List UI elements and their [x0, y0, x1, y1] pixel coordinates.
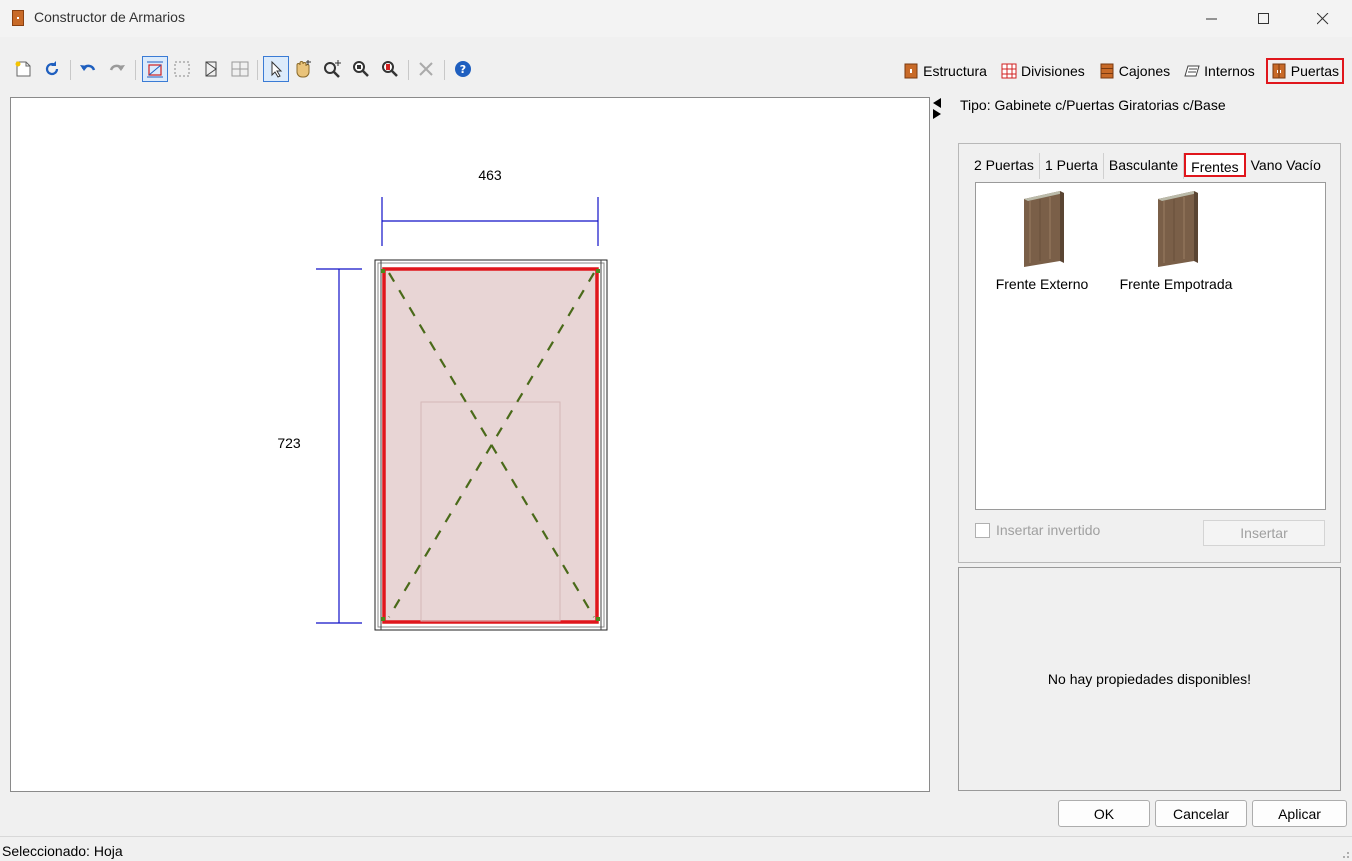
item-frente-empotrada[interactable]: Frente Empotrada [1116, 189, 1236, 292]
corner-handle[interactable] [596, 269, 600, 273]
cabinet-drawing[interactable]: 463 723 [11, 98, 929, 791]
door-icon [205, 61, 217, 77]
zoom-extents-button[interactable] [379, 58, 401, 80]
mode-label: Divisiones [1020, 63, 1085, 79]
resize-grip-icon[interactable] [1338, 847, 1350, 859]
wood-panel-icon [1158, 191, 1198, 267]
zoom-in-icon [324, 60, 341, 78]
mode-estructura[interactable]: Estructura [900, 58, 990, 84]
tab-vano-vacio[interactable]: Vano Vacío [1246, 153, 1326, 179]
mode-label: Internos [1204, 63, 1255, 79]
grid-icon [231, 61, 249, 77]
tab-2-puertas[interactable]: 2 Puertas [969, 153, 1040, 179]
undo-button[interactable] [77, 58, 99, 80]
delete-icon [419, 62, 433, 76]
app-icon [12, 10, 24, 26]
expand-right-icon [933, 109, 941, 119]
pointer-icon [271, 60, 283, 78]
tab-strip: 2 Puertas 1 Puerta Basculante Frentes Va… [969, 153, 1326, 179]
mode-label: Puertas [1290, 63, 1339, 79]
dimension-toggle-button[interactable] [142, 56, 168, 82]
status-text: Seleccionado: Hoja [2, 843, 123, 859]
new-button[interactable] [12, 58, 34, 80]
ok-button[interactable]: OK [1058, 800, 1150, 827]
apply-button[interactable]: Aplicar [1252, 800, 1347, 827]
close-icon [1317, 12, 1329, 24]
item-label: Frente Empotrada [1119, 276, 1233, 292]
toolbar-separator [408, 60, 409, 80]
drawers-icon [1100, 63, 1114, 79]
door-type-tabs-panel: 2 Puertas 1 Puerta Basculante Frentes Va… [958, 143, 1341, 563]
insert-inverted-option[interactable]: Insertar invertido [975, 522, 1100, 538]
dimension-toggle-icon [147, 61, 163, 78]
internals-icon [1184, 65, 1200, 77]
title-bar: Constructor de Armarios [0, 0, 1352, 37]
front-items-list: Frente Externo Frente Empotrada [975, 182, 1326, 510]
status-bar: Seleccionado: Hoja [0, 836, 1352, 861]
delete-button[interactable] [415, 58, 437, 80]
toolbar-separator [444, 60, 445, 80]
divisions-icon [1001, 63, 1017, 79]
drawing-canvas[interactable]: 463 723 [10, 97, 930, 792]
zoom-window-icon [353, 61, 369, 77]
minimize-button[interactable] [1187, 0, 1237, 37]
new-icon [15, 61, 31, 77]
item-frente-externo[interactable]: Frente Externo [982, 189, 1102, 292]
mode-divisiones[interactable]: Divisiones [998, 58, 1088, 84]
undo-icon [80, 64, 96, 71]
insert-button[interactable]: Insertar [1203, 520, 1325, 546]
height-dimension-text: 723 [277, 435, 301, 451]
redo-button[interactable] [106, 58, 128, 80]
refresh-button[interactable] [41, 58, 63, 80]
window-title: Constructor de Armarios [34, 9, 185, 25]
tab-basculante[interactable]: Basculante [1104, 153, 1185, 179]
toolbar-separator [257, 60, 258, 80]
cancel-button[interactable]: Cancelar [1155, 800, 1247, 827]
corner-handle[interactable] [381, 617, 385, 621]
pointer-button[interactable] [263, 56, 289, 82]
minimize-icon [1206, 18, 1217, 19]
pan-button[interactable] [292, 58, 314, 80]
maximize-icon [1258, 12, 1269, 24]
select-region-button[interactable] [171, 58, 193, 80]
mode-label: Cajones [1118, 63, 1171, 79]
mode-cajones[interactable]: Cajones [1096, 58, 1173, 84]
zoom-window-button[interactable] [350, 58, 372, 80]
toolbar-separator [70, 60, 71, 80]
door-button[interactable] [200, 58, 222, 80]
tab-frentes[interactable]: Frentes [1184, 153, 1246, 177]
mode-internos[interactable]: Internos [1181, 58, 1258, 84]
item-label: Frente Externo [995, 276, 1089, 292]
zoom-extents-icon [382, 61, 398, 77]
cabinet-type-label: Tipo: Gabinete c/Puertas Giratorias c/Ba… [960, 97, 1226, 113]
collapse-left-icon [933, 98, 941, 108]
maximize-button[interactable] [1239, 0, 1289, 37]
pan-hand-icon [296, 60, 311, 78]
toolbar-separator [135, 60, 136, 80]
insert-inverted-label: Insertar invertido [996, 522, 1101, 538]
help-button[interactable]: ? [452, 58, 474, 80]
collapse-panel-arrows[interactable] [932, 97, 942, 119]
help-icon: ? [455, 61, 471, 77]
redo-icon [109, 64, 125, 71]
tab-1-puerta[interactable]: 1 Puerta [1040, 153, 1104, 179]
wood-panel-icon [1024, 191, 1064, 267]
no-properties-message: No hay propiedades disponibles! [1047, 671, 1252, 687]
select-region-icon [174, 61, 190, 77]
properties-panel: No hay propiedades disponibles! [958, 567, 1341, 791]
refresh-icon [45, 61, 59, 76]
svg-text:?: ? [460, 63, 466, 76]
insert-inverted-checkbox[interactable] [975, 522, 990, 538]
grid-button[interactable] [229, 58, 251, 80]
zoom-in-button[interactable] [321, 58, 343, 80]
structure-icon [904, 63, 918, 79]
mode-puertas[interactable]: Puertas [1265, 58, 1344, 84]
corner-handle[interactable] [596, 617, 600, 621]
close-button[interactable] [1298, 0, 1348, 37]
corner-handle[interactable] [381, 269, 385, 273]
mode-label: Estructura [923, 63, 987, 79]
width-dimension-text: 463 [478, 167, 502, 183]
mode-selector: Estructura Divisiones Cajones Internos P… [900, 58, 1352, 84]
doors-icon [1272, 63, 1286, 79]
